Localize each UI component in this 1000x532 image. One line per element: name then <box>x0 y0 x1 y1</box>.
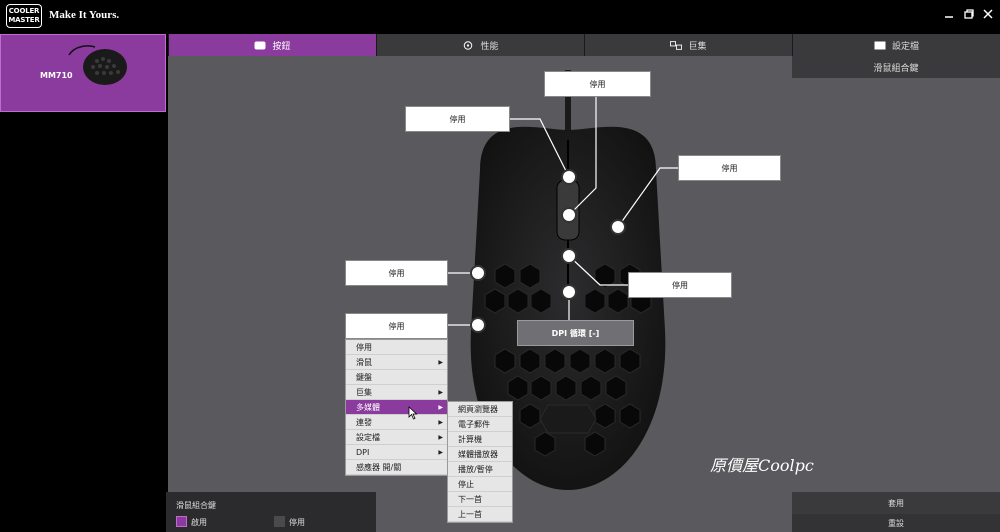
submenu-arrow-icon: ▶ <box>438 449 443 456</box>
left-panel <box>0 112 166 532</box>
menu-item-label: 連發 <box>356 418 372 427</box>
callout-lower-left[interactable]: 停用 <box>345 313 448 339</box>
tab-profile-label: 設定檔 <box>891 41 919 52</box>
tab-buttons[interactable]: 按鈕 <box>168 34 376 56</box>
submenu-item-play-pause[interactable]: 播放/暫停 <box>448 462 512 477</box>
submenu-item-email[interactable]: 電子郵件 <box>448 417 512 432</box>
title-bar: COOLER MASTER Make It Yours. <box>0 0 1000 34</box>
submenu-item-media-player[interactable]: 媒體播放器 <box>448 447 512 462</box>
minimize-icon[interactable] <box>942 7 956 21</box>
restore-icon[interactable] <box>962 7 976 21</box>
submenu-item-previous-track[interactable]: 上一首 <box>448 507 512 522</box>
submenu-arrow-icon: ▶ <box>438 419 443 426</box>
menu-item-label: 巨集 <box>356 388 372 397</box>
tab-buttons-label: 按鈕 <box>272 41 291 52</box>
profile-icon <box>874 41 886 49</box>
menu-item-profile[interactable]: 設定檔 ▶ <box>346 430 447 445</box>
submenu-item-browser[interactable]: 網頁瀏覽器 <box>448 402 512 417</box>
legend-enabled-label: 啟用 <box>191 518 207 527</box>
tab-performance[interactable]: 性能 <box>376 34 584 56</box>
legend-enabled-swatch <box>176 516 187 527</box>
device-tile[interactable]: MM710 <box>0 34 166 112</box>
callout-right[interactable]: 停用 <box>678 155 781 181</box>
submenu-item-stop[interactable]: 停止 <box>448 477 512 492</box>
logo-line-2: MASTER <box>8 16 40 24</box>
menu-item-disable[interactable]: 停用 <box>346 340 447 355</box>
cooler-master-logo: COOLER MASTER <box>6 4 42 28</box>
cursor-icon <box>408 406 418 420</box>
callout-mid-left[interactable]: 停用 <box>345 260 448 286</box>
menu-item-macro[interactable]: 巨集 ▶ <box>346 385 447 400</box>
submenu-item-calculator[interactable]: 計算機 <box>448 432 512 447</box>
callout-mid-right[interactable]: 停用 <box>628 272 732 298</box>
menu-item-label: 設定檔 <box>356 433 380 442</box>
apply-button[interactable]: 套用 <box>792 492 1000 514</box>
legend-title: 滑鼠組合鍵 <box>176 501 216 510</box>
multimedia-submenu: 網頁瀏覽器 電子郵件 計算機 媒體播放器 播放/暫停 停止 下一首 上一首 <box>447 401 513 523</box>
menu-item-label: 滑鼠 <box>356 358 372 367</box>
menu-item-rapid-fire[interactable]: 連發 ▶ <box>346 415 447 430</box>
device-mouse-icon <box>68 45 127 85</box>
mouse-buttons-icon <box>254 41 266 49</box>
menu-item-label: 停用 <box>356 343 372 352</box>
menu-item-multimedia[interactable]: 多媒體 ▶ <box>346 400 447 415</box>
menu-item-keyboard[interactable]: 鍵盤 <box>346 370 447 385</box>
tab-bar: 按鈕 性能 巨集 設定檔 <box>168 34 1000 56</box>
menu-item-label: DPI <box>356 448 370 457</box>
callout-dpi[interactable]: DPI 循環 [-] <box>517 320 634 346</box>
submenu-arrow-icon: ▶ <box>438 404 443 411</box>
context-menu: 停用 滑鼠 ▶ 鍵盤 巨集 ▶ 多媒體 ▶ 連發 ▶ 設定檔 ▶ DPI ▶ 感應器 開/關 <box>345 339 448 476</box>
reset-button[interactable]: 重設 <box>792 514 1000 532</box>
tab-macro-label: 巨集 <box>688 41 707 52</box>
tab-profile[interactable]: 設定檔 <box>792 34 1000 56</box>
menu-item-label: 感應器 開/關 <box>356 463 402 472</box>
tagline: Make It Yours. <box>49 9 120 21</box>
combo-key-button[interactable]: 滑鼠組合鍵 <box>792 56 1000 78</box>
legend-disabled-swatch <box>274 516 285 527</box>
legend-disabled-label: 停用 <box>289 518 305 527</box>
tab-macro[interactable]: 巨集 <box>584 34 792 56</box>
submenu-arrow-icon: ▶ <box>438 359 443 366</box>
menu-item-dpi[interactable]: DPI ▶ <box>346 445 447 460</box>
tab-performance-label: 性能 <box>480 41 499 52</box>
logo-line-1: COOLER <box>8 7 40 15</box>
device-name: MM710 <box>40 71 73 80</box>
close-icon[interactable] <box>981 7 995 21</box>
callout-top-left[interactable]: 停用 <box>405 106 510 132</box>
menu-item-mouse[interactable]: 滑鼠 ▶ <box>346 355 447 370</box>
menu-item-sensor-toggle[interactable]: 感應器 開/關 <box>346 460 447 475</box>
callout-top-center[interactable]: 停用 <box>544 71 651 97</box>
menu-item-label: 多媒體 <box>356 403 380 412</box>
macro-icon <box>670 40 683 50</box>
submenu-arrow-icon: ▶ <box>438 389 443 396</box>
watermark: 原價屋Coolpc <box>710 456 814 475</box>
combo-key-legend: 滑鼠組合鍵 啟用 停用 <box>166 492 376 532</box>
performance-icon <box>464 40 473 50</box>
submenu-arrow-icon: ▶ <box>438 434 443 441</box>
submenu-item-next-track[interactable]: 下一首 <box>448 492 512 507</box>
menu-item-label: 鍵盤 <box>356 373 372 382</box>
